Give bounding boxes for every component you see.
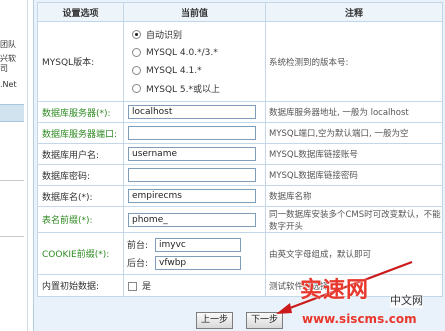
sidebar-divider (0, 236, 24, 237)
left-sidebar: 团队 兴软 司 .Net (0, 0, 28, 331)
table-prefix-label: 表名前缀(*): (37, 206, 124, 233)
sidebar-fragment: .Net (0, 80, 17, 89)
cookie-prefix-label: COOKIE前缀(*): (37, 232, 124, 275)
previous-step-button[interactable]: 上一步 (196, 312, 233, 329)
cookie-front-label: 前台: (127, 241, 149, 251)
db-user-note: MYSQL数据库链接账号 (265, 143, 443, 165)
mysql-version-label: MYSQL版本: (37, 21, 124, 102)
db-server-note: 数据库服务器地址, 一般为 localhost (265, 101, 443, 123)
init-data-check-label: 是 (142, 282, 152, 292)
cookie-front-input[interactable]: imyvc (155, 237, 241, 252)
db-port-input[interactable] (128, 126, 256, 140)
watermark-side-text: 中文网 (390, 292, 423, 308)
column-header: 注释 (265, 2, 443, 22)
mysql-option-auto[interactable]: 自动识别 (124, 26, 265, 44)
watermark-logo-text: 实速网 (300, 278, 370, 303)
table-row-mysql-version: MYSQL版本: 自动识别 MYSQL 4.0.*/3.* MYSQL 4.1.… (37, 21, 443, 102)
sidebar-fragment: 司 (0, 64, 8, 73)
table-prefix-note: 同一数据库安装多个CMS时可改变默认，不能数字开头 (265, 206, 443, 233)
column-header: 当前值 (123, 2, 266, 22)
mysql-option-4-0[interactable]: MYSQL 4.0.*/3.* (124, 44, 265, 62)
table-row-user: 数据库用户名: username MYSQL数据库链接账号 (37, 143, 443, 165)
radio-label: MYSQL 4.1.* (146, 65, 202, 76)
db-port-note: MYSQL端口,空为默认端口, 一般为空 (265, 122, 443, 144)
table-header-row: 设置选项 当前值 注释 (37, 2, 443, 22)
table-row-cookie: COOKIE前缀(*): 前台: imyvc 后台: vfwbp 由英文字母组成，默… (37, 232, 443, 275)
mysql-option-4-1[interactable]: MYSQL 4.1.* (124, 62, 265, 80)
mysql-version-note: 系统检测到的版本号: (265, 21, 443, 102)
db-port-label: 数据库服务器端口: (37, 122, 124, 144)
db-name-input[interactable]: empirecms (128, 189, 256, 203)
radio-icon[interactable] (132, 84, 141, 93)
cookie-back-input[interactable]: vfwbp (155, 255, 241, 270)
db-user-label: 数据库用户名: (37, 143, 124, 165)
db-password-note: MYSQL数据库链接密码 (265, 164, 443, 186)
radio-label: MYSQL 4.0.*/3.* (146, 47, 218, 58)
table-row-password: 数据库密码: MYSQL数据库链接密码 (37, 164, 443, 186)
watermark: 实速网 中文网 www.siscms.com (300, 272, 445, 331)
column-header: 设置选项 (37, 2, 124, 22)
radio-label: MYSQL 5.*或以上 (146, 85, 221, 95)
db-name-label: 数据库名(*): (37, 185, 124, 207)
mysql-version-options: 自动识别 MYSQL 4.0.*/3.* MYSQL 4.1.* MYSQL 5… (123, 21, 266, 102)
sidebar-fragment: 兴软 (0, 54, 16, 63)
db-server-label: 数据库服务器(*): (37, 101, 124, 123)
table-prefix-input[interactable]: phome_ (128, 212, 256, 227)
radio-label: 自动识别 (146, 31, 183, 41)
init-data-checkbox[interactable] (128, 282, 137, 291)
table-row-dbname: 数据库名(*): empirecms 数据库名称 (37, 185, 443, 207)
next-step-button[interactable]: 下一步 (246, 312, 283, 329)
sidebar-divider (0, 180, 24, 181)
sidebar-selected-band (0, 104, 24, 122)
cookie-back-label: 后台: (127, 259, 149, 269)
radio-icon[interactable] (132, 48, 141, 57)
table-row-server: 数据库服务器(*): localhost 数据库服务器地址, 一般为 local… (37, 101, 443, 123)
settings-table: 设置选项 当前值 注释 MYSQL版本: 自动识别 MYSQL 4.0.*/3.… (37, 2, 443, 297)
init-data-label: 内置初始数据: (37, 274, 124, 297)
cookie-prefix-note: 由英文字母组成，默认即可 (265, 232, 443, 275)
table-row-port: 数据库服务器端口: MYSQL端口,空为默认端口, 一般为空 (37, 122, 443, 144)
db-name-note: 数据库名称 (265, 185, 443, 207)
radio-checked-icon[interactable] (132, 30, 141, 39)
db-password-input[interactable] (128, 168, 256, 182)
db-user-input[interactable]: username (128, 147, 256, 161)
db-server-input[interactable]: localhost (128, 105, 256, 119)
watermark-url: www.siscms.com (302, 312, 417, 326)
sidebar-fragment: 团队 (0, 40, 16, 49)
mysql-option-5[interactable]: MYSQL 5.*或以上 (124, 80, 265, 98)
db-password-label: 数据库密码: (37, 164, 124, 186)
table-row-prefix: 表名前缀(*): phome_ 同一数据库安装多个CMS时可改变默认，不能数字开… (37, 206, 443, 233)
radio-icon[interactable] (132, 66, 141, 75)
